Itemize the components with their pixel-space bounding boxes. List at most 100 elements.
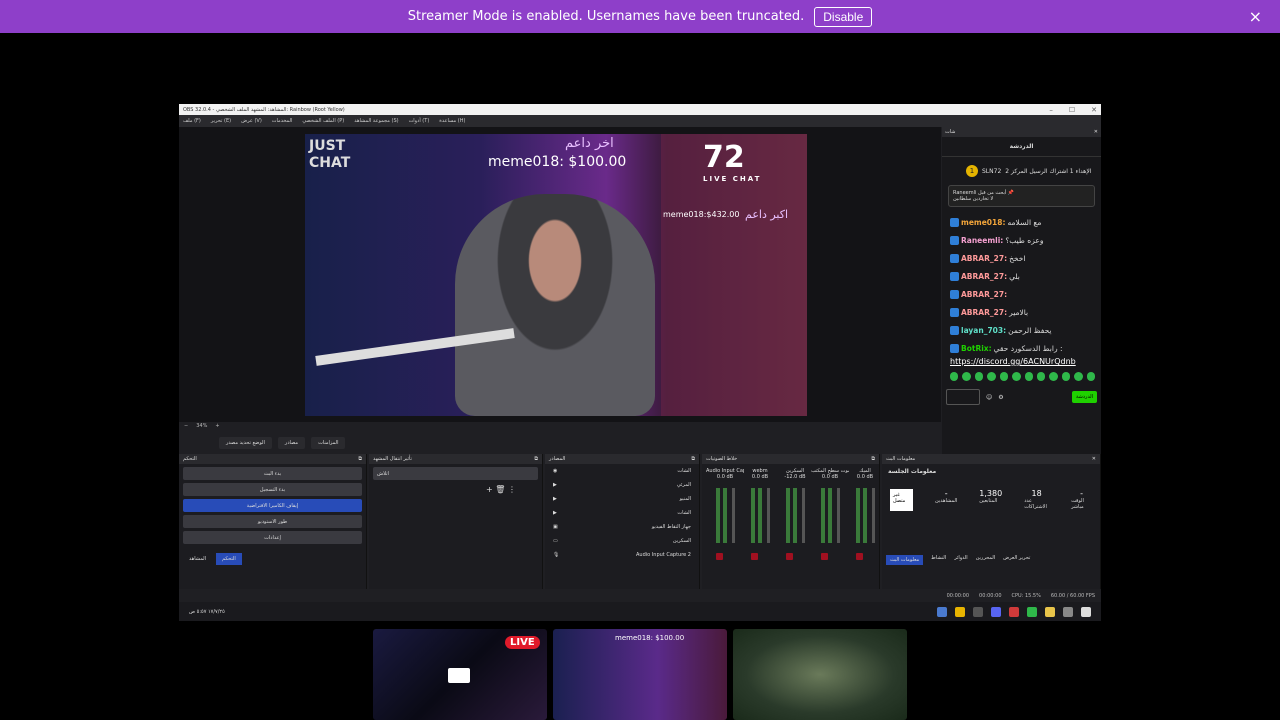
volume-fader[interactable] [732, 488, 735, 543]
emote-icon[interactable] [1012, 372, 1021, 381]
menu-view[interactable]: عرض (V) [241, 118, 262, 124]
emote-icon[interactable] [950, 372, 959, 381]
xbox-icon[interactable] [1027, 606, 1037, 617]
minimize-icon[interactable]: – [1049, 106, 1053, 114]
transition-select[interactable]: اتلاش [373, 467, 538, 480]
emote-icon[interactable] [1049, 372, 1058, 381]
source-item[interactable]: ▭ السكرين [545, 534, 699, 548]
obs-icon[interactable] [973, 606, 983, 617]
mode-button-3[interactable]: المزامنات [311, 437, 346, 449]
dock-menu-icon[interactable]: ⧉ [871, 456, 875, 462]
chat-username[interactable]: Raneemli: [961, 236, 1003, 245]
emote-icon[interactable] [974, 372, 984, 381]
dock-menu-icon[interactable]: ⧉ [691, 456, 695, 462]
trash-icon[interactable]: 🗑 [495, 485, 505, 494]
dock-menu-icon[interactable]: ⧉ [358, 456, 362, 462]
windows-icon[interactable] [1081, 606, 1091, 617]
window-close-icon[interactable]: ✕ [1091, 106, 1097, 114]
emote-icon[interactable] [1036, 372, 1046, 381]
studio-mode-button[interactable]: طور الاستوديو [183, 515, 362, 528]
tab-circles[interactable]: الدوائر [954, 555, 968, 565]
menu-edit[interactable]: تحرير (E) [211, 118, 231, 124]
source-item[interactable]: ▶ الشات [545, 506, 699, 520]
volume-fader[interactable] [767, 488, 770, 543]
chat-username[interactable]: ABRAR_27: [961, 254, 1007, 263]
add-icon[interactable]: + [486, 485, 493, 494]
close-icon[interactable]: ✕ [1094, 129, 1098, 135]
thumbnail-cam[interactable] [733, 629, 907, 720]
emote-icon[interactable] [962, 372, 971, 381]
scenes-tab[interactable]: المشاهد [183, 553, 212, 565]
zoom-out-icon[interactable]: − [184, 423, 188, 429]
thumbnail-live[interactable]: LIVE [373, 629, 547, 720]
chat-username[interactable]: BotRix: [961, 344, 992, 353]
mute-icon[interactable] [856, 553, 863, 560]
source-item[interactable]: ▶ المنيو [545, 492, 699, 506]
more-icon[interactable]: ⋮ [508, 485, 516, 494]
start-recording-button[interactable]: بدء التسجيل [183, 483, 362, 496]
send-button[interactable]: الدردشة [1071, 391, 1097, 403]
controls-tab[interactable]: التحكم [216, 553, 242, 565]
settings-icon[interactable] [1063, 606, 1073, 617]
close-icon[interactable]: × [1249, 7, 1262, 26]
close-icon[interactable]: ✕ [1092, 456, 1096, 462]
mute-icon[interactable] [821, 553, 828, 560]
menu-docks[interactable]: المخدمات [272, 118, 293, 124]
tab-editors[interactable]: المحررين [976, 555, 995, 565]
tab-edit-view[interactable]: تحرير العرض [1003, 555, 1030, 565]
shield-icon[interactable] [937, 606, 947, 617]
settings-icon[interactable]: ⚙ [998, 394, 1003, 401]
menu-scene-collection[interactable]: مجموعة المشاهد (S) [354, 118, 398, 124]
volume-fader[interactable] [802, 488, 805, 543]
disable-streamer-mode-button[interactable]: Disable [814, 6, 873, 27]
start-streaming-button[interactable]: بدء البث [183, 467, 362, 480]
chat-username[interactable]: ABRAR_27: [961, 272, 1007, 281]
volume-fader[interactable] [837, 488, 840, 543]
maximize-icon[interactable]: ☐ [1069, 106, 1075, 114]
zoom-in-icon[interactable]: + [215, 423, 219, 429]
thumbnail-scene[interactable]: meme018: $100.00 [553, 629, 727, 720]
dock-menu-icon[interactable]: ⧉ [534, 456, 538, 462]
pin-icon[interactable]: 📌 [1008, 190, 1014, 196]
app-icon[interactable] [1009, 606, 1019, 617]
menu-tools[interactable]: أدوات (T) [409, 118, 430, 124]
discord-icon[interactable] [991, 606, 1001, 617]
chat-username[interactable]: meme018: [961, 218, 1005, 227]
source-item[interactable]: ◉ الشات [545, 464, 699, 478]
tab-stream-info[interactable]: معلومات البث [886, 555, 924, 565]
discord-link[interactable]: https://discord.gg/6ACNUrQdnb [942, 357, 1101, 366]
emoji-icon[interactable]: ☺ [986, 394, 992, 401]
emote-icon[interactable] [999, 372, 1009, 381]
chat-username[interactable]: layan_703: [961, 326, 1006, 335]
mute-icon[interactable] [716, 553, 723, 560]
emote-icon[interactable] [1024, 372, 1033, 381]
source-item[interactable]: ▣ جهاز التقاط الفيديو [545, 520, 699, 534]
settings-button[interactable]: إعدادات [183, 531, 362, 544]
mute-icon[interactable] [751, 553, 758, 560]
chat-username[interactable]: ABRAR_27: [961, 290, 1007, 299]
source-item[interactable]: 🎙 Audio Input Capture 2 [545, 548, 699, 562]
chat-input[interactable] [946, 389, 980, 405]
menu-profile[interactable]: الملف الشخصي (P) [302, 118, 344, 124]
menu-help[interactable]: مساعدة (H) [439, 118, 465, 124]
explorer-icon[interactable] [1045, 606, 1055, 617]
chrome-icon[interactable] [955, 606, 965, 617]
tab-activity[interactable]: النشاط [931, 555, 946, 565]
emote-icon[interactable] [1086, 372, 1096, 381]
chat-tab[interactable]: الدردشة [942, 137, 1101, 157]
mode-button-2[interactable]: مصادر [277, 437, 306, 449]
emote-icon[interactable] [1061, 372, 1071, 381]
preview-area[interactable]: JUST CHAT اخر داعم meme018: $100.00 72 LI… [179, 127, 941, 422]
mute-icon[interactable] [786, 553, 793, 560]
stop-virtual-camera-button[interactable]: إيقاف الكاميرا الافتراضية [183, 499, 362, 512]
volume-fader[interactable] [872, 488, 875, 543]
pinned-message[interactable]: Raneemli أبحث من قبل 📌 لا تخاردين سلطاني… [948, 185, 1095, 207]
chat-username[interactable]: ABRAR_27: [961, 308, 1007, 317]
level-meter [723, 488, 727, 543]
emote-icon[interactable] [1074, 372, 1083, 381]
emote-icon[interactable] [987, 372, 996, 381]
source-item[interactable]: ▶ المرئي [545, 478, 699, 492]
menu-file[interactable]: ملف (F) [183, 118, 201, 124]
mode-button-1[interactable]: الوضع تحديد مصدر [219, 437, 272, 449]
level-meter [863, 488, 867, 543]
